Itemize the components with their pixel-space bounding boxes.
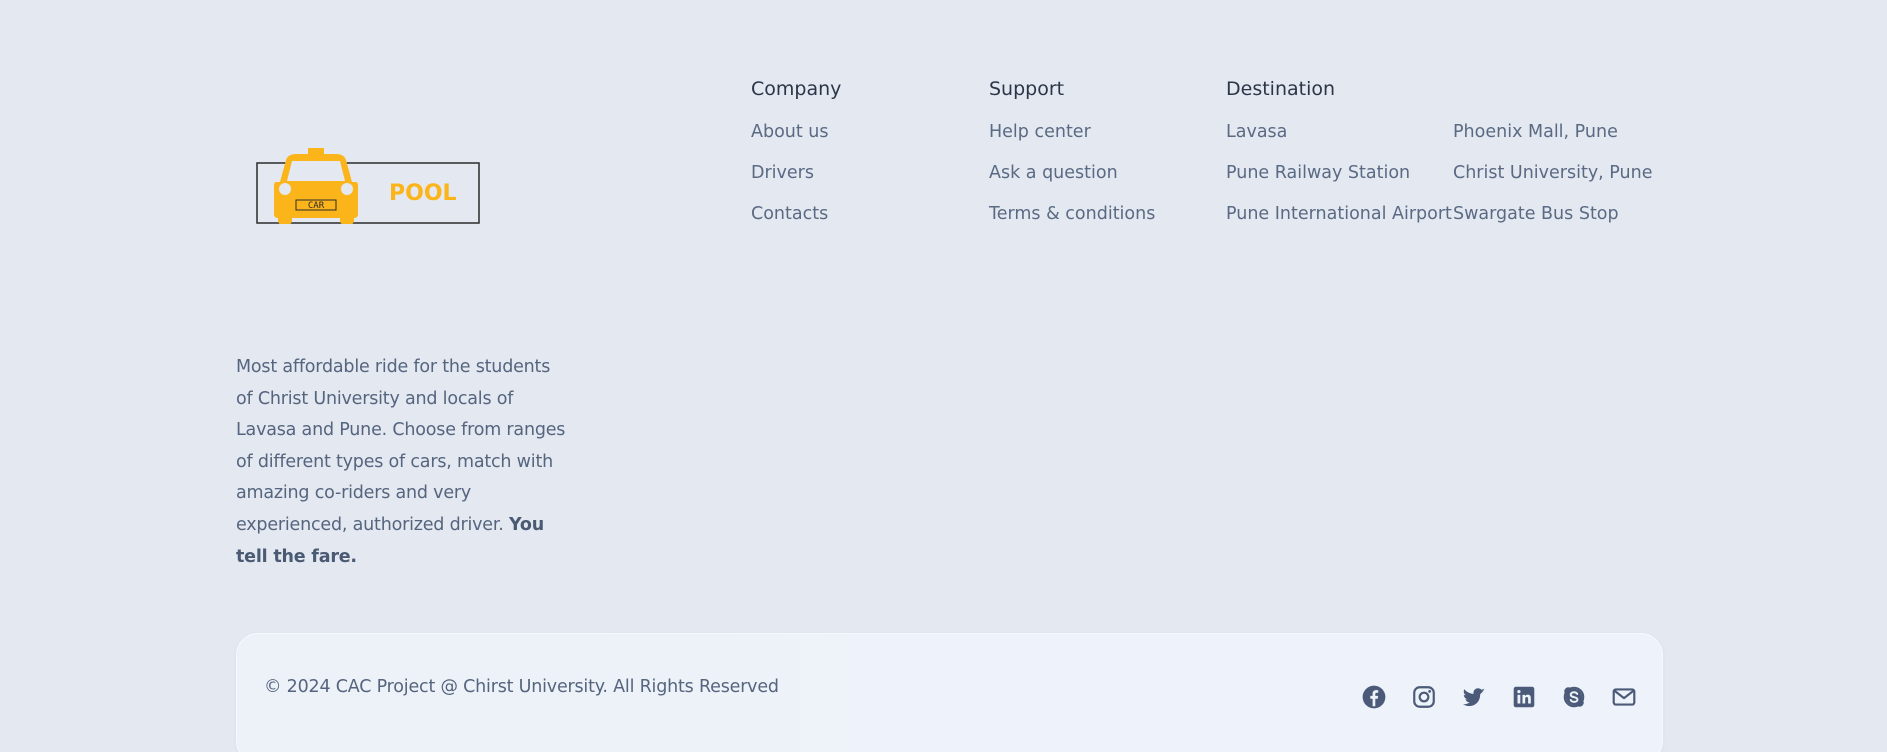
destination-column: Destination Lavasa Pune Railway Station … (1226, 76, 1452, 244)
footer-link-lavasa[interactable]: Lavasa (1226, 121, 1452, 143)
twitter-icon[interactable] (1461, 684, 1487, 710)
destination-heading: Destination (1226, 78, 1336, 100)
footer-link-christ-university[interactable]: Christ University, Pune (1453, 162, 1653, 184)
support-heading: Support (989, 78, 1065, 100)
logo-badge-text: CAR (308, 201, 325, 211)
footer-bottom-bar: © 2024 CAC Project @ Chirst University. … (236, 633, 1663, 752)
footer-link-pune-airport[interactable]: Pune International Airport (1226, 203, 1452, 225)
support-column: Support Help center Ask a question Terms… (989, 76, 1155, 244)
footer-link-drivers[interactable]: Drivers (751, 162, 841, 184)
skype-icon[interactable] (1561, 684, 1587, 710)
instagram-icon[interactable] (1411, 684, 1437, 710)
mail-icon[interactable] (1611, 684, 1637, 710)
linkedin-icon[interactable] (1511, 684, 1537, 710)
logo-brand-text: POOL (389, 181, 457, 206)
company-heading: Company (751, 78, 842, 100)
destination-column-2: Phoenix Mall, Pune Christ University, Pu… (1453, 121, 1653, 244)
footer-link-ask-question[interactable]: Ask a question (989, 162, 1155, 184)
copyright-text: © 2024 CAC Project @ Chirst University. … (264, 677, 779, 697)
carpool-logo[interactable]: CAR POOL (256, 148, 480, 224)
footer-link-contacts[interactable]: Contacts (751, 203, 841, 225)
footer-link-terms[interactable]: Terms & conditions (989, 203, 1155, 225)
about-description: Most affordable ride for the students of… (236, 352, 566, 573)
footer-link-phoenix-mall[interactable]: Phoenix Mall, Pune (1453, 121, 1653, 143)
company-column: Company About us Drivers Contacts (751, 76, 841, 244)
footer-link-pune-railway-station[interactable]: Pune Railway Station (1226, 162, 1452, 184)
footer-link-help-center[interactable]: Help center (989, 121, 1155, 143)
footer-link-swargate-bus-stop[interactable]: Swargate Bus Stop (1453, 203, 1653, 225)
facebook-icon[interactable] (1361, 684, 1387, 710)
footer-link-about-us[interactable]: About us (751, 121, 841, 143)
about-text: Most affordable ride for the students of… (236, 357, 566, 535)
